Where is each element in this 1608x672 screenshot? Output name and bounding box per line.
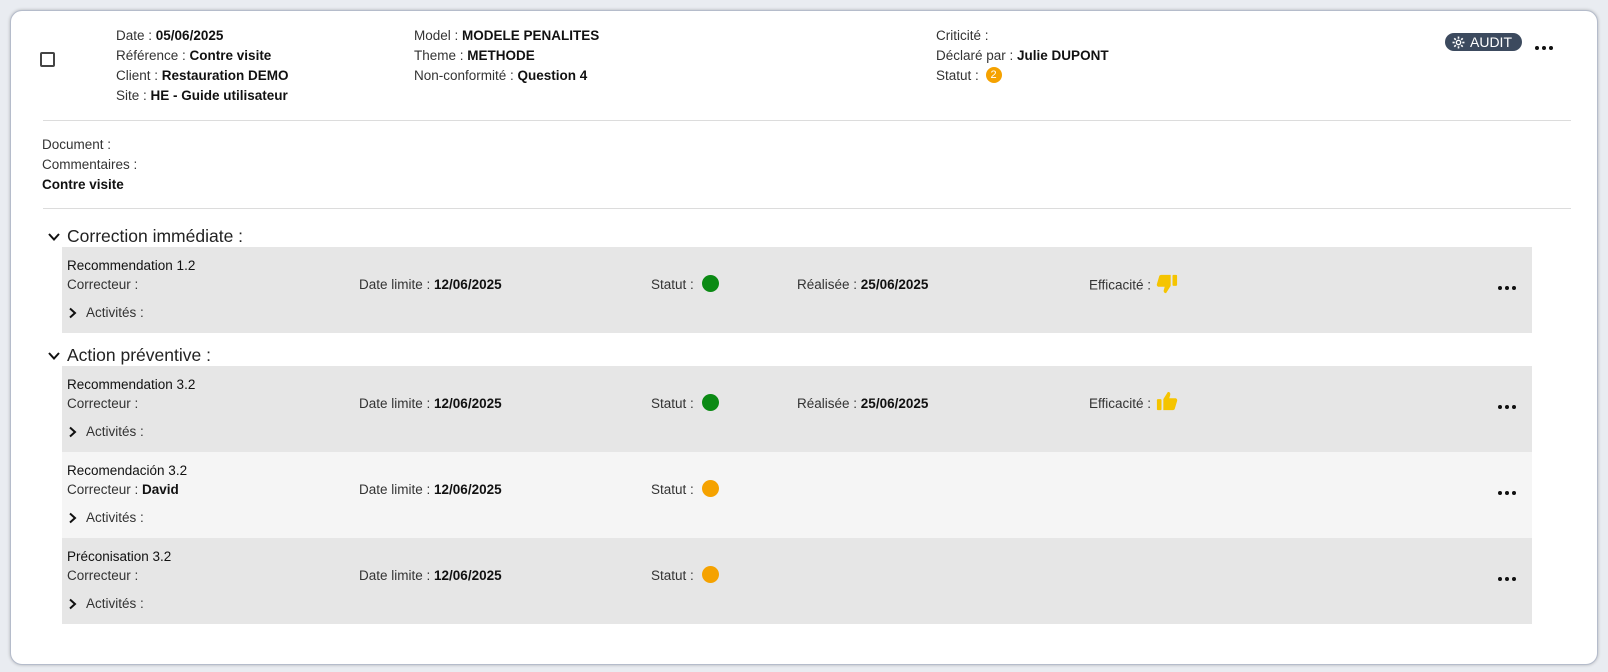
- chevron-right-icon: [69, 598, 77, 609]
- status-dot: [701, 275, 719, 293]
- header-col-2: Model : MODELE PENALITES Theme : METHODE…: [414, 26, 599, 86]
- reference-field: Référence : Contre visite: [116, 48, 272, 63]
- row-more-menu-button[interactable]: [1498, 405, 1516, 409]
- info-block: Document : Commentaires : Contre visite: [42, 135, 137, 195]
- nonconformity-field: Non-conformité : Question 4: [414, 68, 588, 83]
- status-field: Statut : 2: [936, 66, 1109, 86]
- select-checkbox[interactable]: [40, 52, 55, 67]
- date-field: Date : 05/06/2025: [116, 28, 224, 43]
- action-row: Recommendation 3.2 Correcteur : Date lim…: [62, 366, 1532, 452]
- settings-icon: [1452, 36, 1465, 48]
- nonconformity-card: Date : 05/06/2025 Référence : Contre vis…: [10, 10, 1598, 665]
- client-field: Client : Restauration DEMO: [116, 68, 289, 83]
- correcteur-field: Correcteur :: [67, 396, 139, 411]
- date-limite-field: Date limite : 12/06/2025: [359, 568, 502, 583]
- action-title: Recommendation 3.2: [67, 377, 196, 392]
- site-field: Site : HE - Guide utilisateur: [116, 88, 288, 103]
- commentaires-label: Commentaires :: [42, 157, 138, 172]
- correcteur-field: Correcteur : David: [67, 482, 179, 497]
- realisee-field: Réalisée : 25/06/2025: [797, 396, 929, 411]
- criticite-field: Criticité :: [936, 28, 989, 43]
- chevron-right-icon: [69, 426, 77, 437]
- realisee-field: Réalisée : 25/06/2025: [797, 277, 929, 292]
- section-preventive-header[interactable]: Action préventive :: [47, 345, 211, 366]
- document-field: Document :: [42, 137, 112, 152]
- status-dot: [701, 480, 719, 498]
- activites-toggle[interactable]: Activités :: [68, 510, 144, 525]
- action-row: Recomendación 3.2 Correcteur : David Dat…: [62, 452, 1532, 538]
- chevron-down-icon: [48, 232, 60, 241]
- date-limite-field: Date limite : 12/06/2025: [359, 277, 502, 292]
- header-col-3: Criticité : Déclaré par : Julie DUPONT S…: [936, 26, 1109, 86]
- status-dot: [701, 566, 719, 584]
- audit-tag: AUDIT: [1445, 33, 1522, 51]
- action-row: Recommendation 1.2 Correcteur : Date lim…: [62, 247, 1532, 333]
- date-limite-field: Date limite : 12/06/2025: [359, 482, 502, 497]
- card-more-menu-button[interactable]: [1535, 46, 1553, 50]
- divider: [43, 120, 1571, 121]
- correcteur-field: Correcteur :: [67, 277, 139, 292]
- statut-field: Statut :: [651, 480, 719, 498]
- correcteur-field: Correcteur :: [67, 568, 139, 583]
- thumbs-down-icon: [1156, 274, 1177, 294]
- row-more-menu-button[interactable]: [1498, 491, 1516, 495]
- section-correction-header[interactable]: Correction immédiate :: [47, 226, 243, 247]
- activites-toggle[interactable]: Activités :: [68, 305, 144, 320]
- efficacite-field: Efficacité :: [1089, 274, 1179, 295]
- model-field: Model : MODELE PENALITES: [414, 28, 600, 43]
- statut-field: Statut :: [651, 394, 719, 412]
- declared-by-field: Déclaré par : Julie DUPONT: [936, 48, 1109, 63]
- row-more-menu-button[interactable]: [1498, 577, 1516, 581]
- action-title: Préconisation 3.2: [67, 549, 172, 564]
- divider: [43, 208, 1571, 209]
- thumbs-up-icon: [1156, 392, 1177, 411]
- efficacite-field: Efficacité :: [1089, 392, 1179, 412]
- chevron-right-icon: [69, 512, 77, 523]
- theme-field: Theme : METHODE: [414, 48, 535, 63]
- row-more-menu-button[interactable]: [1498, 286, 1516, 290]
- status-badge: 2: [985, 67, 1002, 84]
- action-title: Recommendation 1.2: [67, 258, 196, 273]
- statut-field: Statut :: [651, 566, 719, 584]
- chevron-right-icon: [69, 307, 77, 318]
- action-row: Préconisation 3.2 Correcteur : Date limi…: [62, 538, 1532, 624]
- action-title: Recomendación 3.2: [67, 463, 188, 478]
- header-col-1: Date : 05/06/2025 Référence : Contre vis…: [116, 26, 289, 106]
- status-dot: [701, 394, 719, 412]
- statut-field: Statut :: [651, 275, 719, 293]
- chevron-down-icon: [48, 351, 60, 360]
- activites-toggle[interactable]: Activités :: [68, 596, 144, 611]
- date-limite-field: Date limite : 12/06/2025: [359, 396, 502, 411]
- commentaires-value: Contre visite: [42, 177, 124, 192]
- activites-toggle[interactable]: Activités :: [68, 424, 144, 439]
